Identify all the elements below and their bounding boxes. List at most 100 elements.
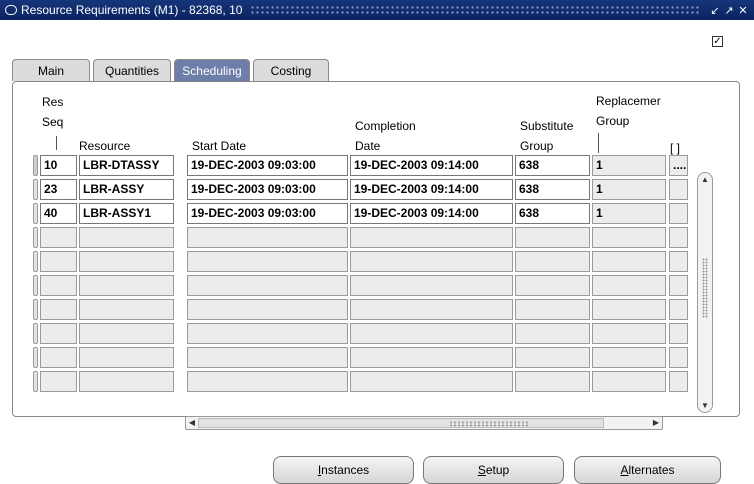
resource-cell[interactable] — [79, 227, 174, 248]
row-indicator[interactable] — [33, 203, 38, 224]
res-seq-cell[interactable] — [40, 347, 77, 368]
scroll-grip[interactable] — [702, 258, 708, 318]
replacement-group-cell[interactable] — [592, 227, 666, 248]
flexfield-cell[interactable] — [669, 299, 688, 320]
replacement-group-cell[interactable] — [592, 371, 666, 392]
resource-cell[interactable] — [79, 251, 174, 272]
res-seq-cell[interactable] — [40, 299, 77, 320]
start-date-cell[interactable] — [187, 371, 348, 392]
res-seq-cell[interactable] — [40, 275, 77, 296]
start-date-cell[interactable]: 19-DEC-2003 09:03:00 — [187, 203, 348, 224]
res-seq-cell[interactable] — [40, 371, 77, 392]
substitute-group-cell[interactable] — [515, 347, 590, 368]
resource-cell[interactable] — [79, 347, 174, 368]
scroll-down-icon[interactable]: ▼ — [698, 401, 712, 410]
horizontal-scrollbar[interactable]: ◀ ▶ — [185, 416, 663, 430]
start-date-cell[interactable]: 19-DEC-2003 09:03:00 — [187, 179, 348, 200]
flexfield-cell[interactable] — [669, 347, 688, 368]
substitute-group-cell[interactable] — [515, 299, 590, 320]
resource-cell[interactable] — [79, 323, 174, 344]
completion-date-cell[interactable] — [350, 227, 513, 248]
completion-date-cell[interactable] — [350, 275, 513, 296]
substitute-group-cell[interactable] — [515, 227, 590, 248]
completion-date-cell[interactable] — [350, 371, 513, 392]
replacement-group-cell[interactable]: 1 — [592, 179, 666, 200]
substitute-group-cell[interactable] — [515, 371, 590, 392]
minimize-icon[interactable]: ↙ — [708, 4, 722, 17]
setup-button[interactable]: Setup — [423, 456, 564, 484]
replacement-group-cell[interactable] — [592, 299, 666, 320]
replacement-group-cell[interactable]: 1 — [592, 155, 666, 176]
completion-date-cell[interactable]: 19-DEC-2003 09:14:00 — [350, 155, 513, 176]
start-date-cell[interactable] — [187, 227, 348, 248]
res-seq-cell[interactable] — [40, 227, 77, 248]
resource-cell[interactable]: LBR-DTASSY — [79, 155, 174, 176]
flexfield-cell[interactable] — [669, 227, 688, 248]
start-date-cell[interactable]: 19-DEC-2003 09:03:00 — [187, 155, 348, 176]
scroll-left-icon[interactable]: ◀ — [186, 417, 198, 429]
tab-scheduling[interactable]: Scheduling — [174, 59, 250, 82]
resource-cell[interactable] — [79, 275, 174, 296]
row-indicator[interactable] — [33, 347, 38, 368]
completion-date-cell[interactable] — [350, 323, 513, 344]
horizontal-scroll-thumb[interactable] — [198, 418, 604, 428]
substitute-group-cell[interactable] — [515, 275, 590, 296]
vertical-scrollbar[interactable]: ▲ ▼ — [697, 172, 713, 413]
resource-cell[interactable]: LBR-ASSY1 — [79, 203, 174, 224]
replacement-group-cell[interactable]: 1 — [592, 203, 666, 224]
replacement-group-cell[interactable] — [592, 347, 666, 368]
scroll-right-icon[interactable]: ▶ — [650, 417, 662, 429]
flexfield-cell[interactable] — [669, 203, 688, 224]
replacement-group-cell[interactable] — [592, 251, 666, 272]
maximize-icon[interactable]: ↗ — [722, 4, 736, 17]
resource-cell[interactable] — [79, 299, 174, 320]
res-seq-cell[interactable] — [40, 251, 77, 272]
tab-quantities[interactable]: Quantities — [93, 59, 171, 81]
start-date-cell[interactable] — [187, 251, 348, 272]
completion-date-cell[interactable]: 19-DEC-2003 09:14:00 — [350, 203, 513, 224]
tab-costing[interactable]: Costing — [253, 59, 329, 81]
flexfield-cell[interactable] — [669, 179, 688, 200]
substitute-group-cell[interactable] — [515, 251, 590, 272]
completion-date-cell[interactable]: 19-DEC-2003 09:14:00 — [350, 179, 513, 200]
start-date-cell[interactable] — [187, 299, 348, 320]
resource-cell[interactable] — [79, 371, 174, 392]
completion-date-cell[interactable] — [350, 251, 513, 272]
row-indicator[interactable] — [33, 155, 38, 176]
row-indicator[interactable] — [33, 275, 38, 296]
res-seq-cell[interactable] — [40, 323, 77, 344]
substitute-group-cell[interactable] — [515, 323, 590, 344]
tab-main[interactable]: Main — [12, 59, 90, 81]
start-date-cell[interactable] — [187, 275, 348, 296]
replacement-group-cell[interactable] — [592, 275, 666, 296]
resource-cell[interactable]: LBR-ASSY — [79, 179, 174, 200]
start-date-cell[interactable] — [187, 347, 348, 368]
row-indicator[interactable] — [33, 371, 38, 392]
substitute-group-cell[interactable]: 638 — [515, 203, 590, 224]
completion-date-cell[interactable] — [350, 299, 513, 320]
res-seq-cell[interactable]: 40 — [40, 203, 77, 224]
start-date-cell[interactable] — [187, 323, 348, 344]
instances-button[interactable]: Instances — [273, 456, 414, 484]
flexfield-cell[interactable]: .... — [669, 155, 688, 176]
alternates-button[interactable]: Alternates — [574, 456, 721, 484]
window-menu-icon[interactable] — [5, 5, 17, 15]
scroll-up-icon[interactable]: ▲ — [698, 175, 712, 184]
row-indicator[interactable] — [33, 179, 38, 200]
row-indicator[interactable] — [33, 227, 38, 248]
completion-date-cell[interactable] — [350, 347, 513, 368]
substitute-group-cell[interactable]: 638 — [515, 179, 590, 200]
flexfield-cell[interactable] — [669, 371, 688, 392]
flexfield-cell[interactable] — [669, 323, 688, 344]
folder-checkbox[interactable]: ✓ — [712, 36, 723, 47]
substitute-group-cell[interactable]: 638 — [515, 155, 590, 176]
flexfield-cell[interactable] — [669, 275, 688, 296]
row-indicator[interactable] — [33, 323, 38, 344]
res-seq-cell[interactable]: 23 — [40, 179, 77, 200]
row-indicator[interactable] — [33, 251, 38, 272]
res-seq-cell[interactable]: 10 — [40, 155, 77, 176]
flexfield-cell[interactable] — [669, 251, 688, 272]
close-icon[interactable]: ✕ — [736, 4, 750, 17]
row-indicator[interactable] — [33, 299, 38, 320]
replacement-group-cell[interactable] — [592, 323, 666, 344]
